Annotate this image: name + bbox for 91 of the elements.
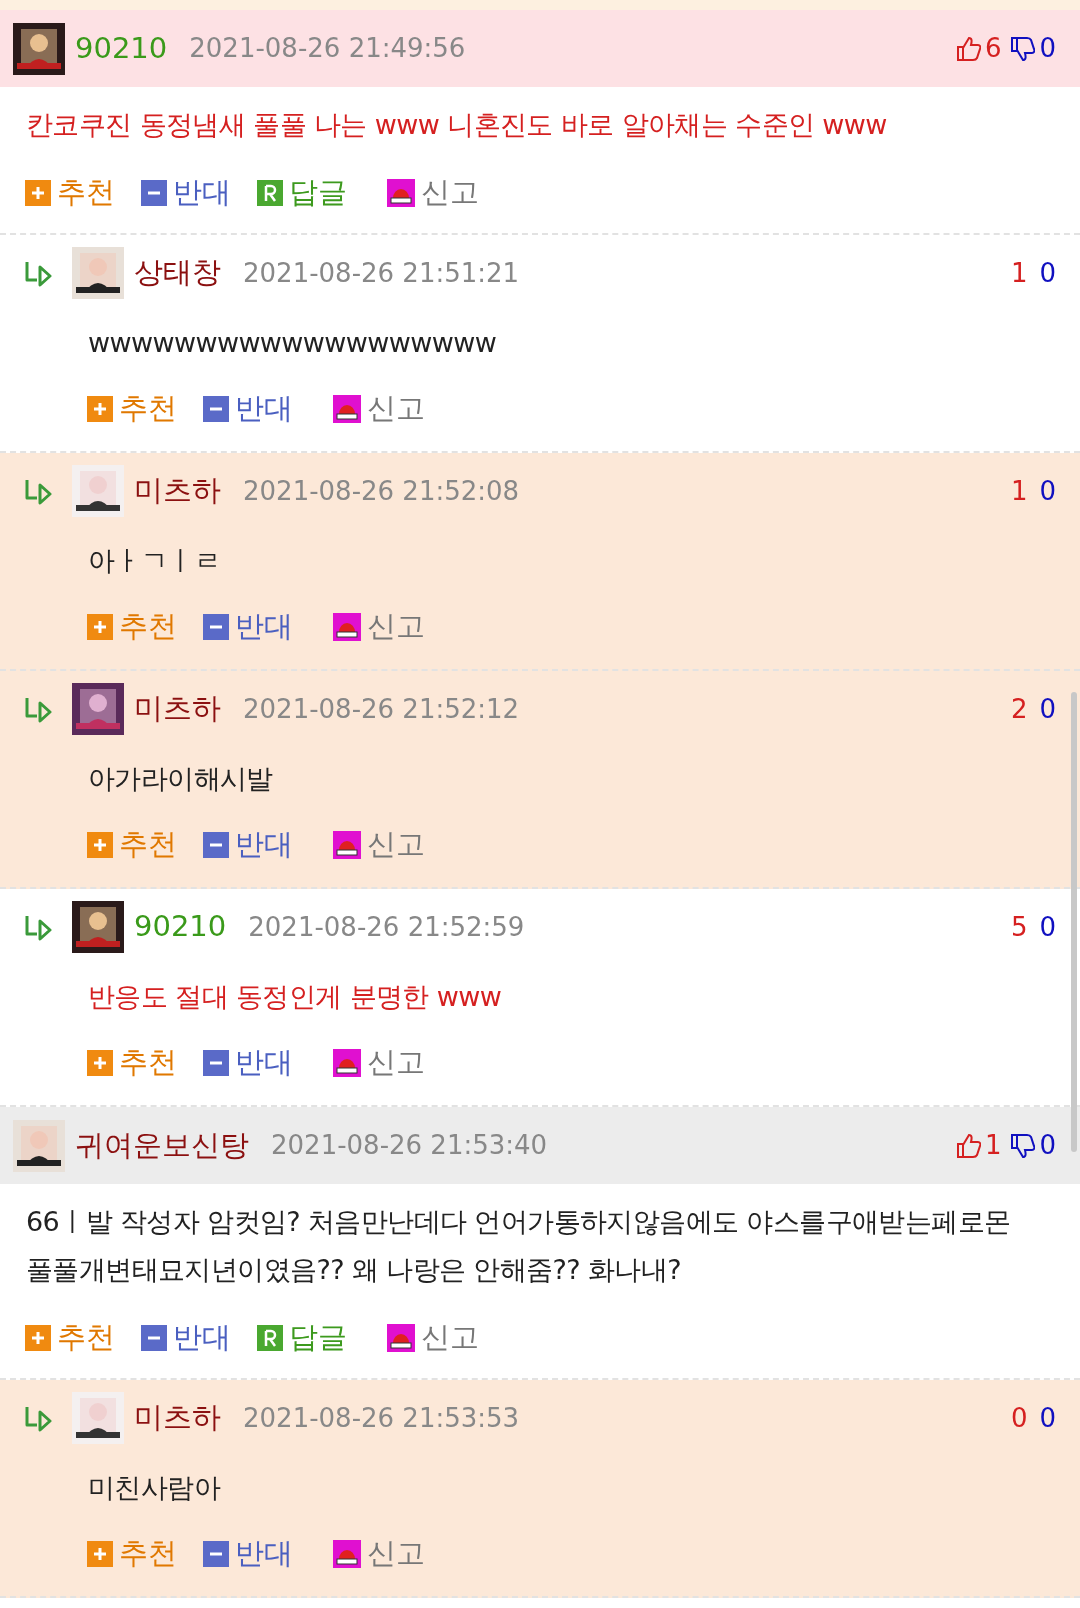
recommend-button[interactable]: 추천 bbox=[87, 605, 177, 649]
upvote-count: 1 bbox=[1010, 256, 1028, 290]
plus-icon bbox=[87, 1050, 113, 1076]
timestamp: 2021-08-26 21:49:56 bbox=[189, 32, 466, 65]
username[interactable]: 상태창 bbox=[134, 251, 221, 295]
minus-icon bbox=[203, 1541, 229, 1567]
upvote-count: 1 bbox=[1010, 474, 1028, 508]
plus-icon bbox=[87, 396, 113, 422]
oppose-button[interactable]: 반대 bbox=[203, 1041, 293, 1085]
timestamp: 2021-08-26 21:52:12 bbox=[243, 692, 520, 726]
minus-icon bbox=[203, 832, 229, 858]
recommend-button[interactable]: 추천 bbox=[25, 1316, 115, 1360]
siren-icon bbox=[387, 1324, 415, 1352]
oppose-button[interactable]: 반대 bbox=[141, 171, 231, 215]
upvote-count: 0 bbox=[1010, 1401, 1028, 1435]
oppose-button[interactable]: 반대 bbox=[203, 605, 293, 649]
username[interactable]: 90210 bbox=[75, 26, 168, 71]
comment-text: 아가라이해시발 bbox=[88, 762, 274, 796]
reply-icon bbox=[257, 1325, 283, 1351]
comment-text: 아ㅏㄱㅣㄹ bbox=[88, 544, 221, 578]
upvote-count: 1 bbox=[984, 1129, 1002, 1162]
upvote-count: 5 bbox=[1010, 910, 1028, 944]
recommend-button[interactable]: 추천 bbox=[87, 387, 177, 431]
plus-icon bbox=[87, 1541, 113, 1567]
thumbs-down-icon bbox=[1009, 34, 1036, 63]
username[interactable]: 귀여운보신탕 bbox=[75, 1123, 249, 1168]
oppose-button[interactable]: 반대 bbox=[203, 387, 293, 431]
oppose-button[interactable]: 반대 bbox=[141, 1316, 231, 1360]
plus-icon bbox=[25, 180, 51, 206]
username[interactable]: 미츠하 bbox=[134, 1396, 221, 1440]
siren-icon bbox=[333, 613, 361, 641]
reply-icon bbox=[257, 180, 283, 206]
timestamp: 2021-08-26 21:53:53 bbox=[243, 1401, 520, 1435]
comment-text: 66ㅣ발 작성자 암컷임? 처음만난데다 언어가통하지않음에도 야스를구애받는페로몬 풀풀개변태묘지년이였음?? 왜 나랑은 안해줌?? 화나내? bbox=[26, 1205, 1012, 1287]
recommend-button[interactable]: 추천 bbox=[87, 823, 177, 867]
downvote-count: 0 bbox=[1039, 1129, 1056, 1162]
comment-text: 칸코쿠진 동정냄새 풀풀 나는 www 니혼진도 바로 알아채는 수준인 www bbox=[26, 108, 888, 142]
upvote-count: 2 bbox=[1010, 692, 1028, 726]
plus-icon bbox=[25, 1325, 51, 1351]
downvote-count: 0 bbox=[1039, 910, 1056, 944]
username[interactable]: 미츠하 bbox=[134, 469, 221, 513]
comment-text: 반응도 절대 동정인게 분명한 www bbox=[88, 980, 503, 1014]
siren-icon bbox=[387, 179, 415, 207]
username[interactable]: 미츠하 bbox=[134, 687, 221, 731]
report-button[interactable]: 신고 bbox=[333, 605, 425, 649]
minus-icon bbox=[203, 614, 229, 640]
thumbs-up-icon bbox=[954, 1131, 981, 1160]
plus-icon bbox=[87, 614, 113, 640]
username[interactable]: 90210 bbox=[134, 905, 227, 949]
timestamp: 2021-08-26 21:53:40 bbox=[271, 1129, 548, 1162]
siren-icon bbox=[333, 1049, 361, 1077]
recommend-button[interactable]: 추천 bbox=[25, 171, 115, 215]
reply-arrow-icon bbox=[24, 259, 54, 287]
reply-button[interactable]: 답글 bbox=[257, 171, 347, 215]
reply-arrow-icon bbox=[24, 913, 54, 941]
minus-icon bbox=[141, 1325, 167, 1351]
reply-button[interactable]: 답글 bbox=[257, 1316, 347, 1360]
timestamp: 2021-08-26 21:51:21 bbox=[243, 256, 520, 290]
oppose-button[interactable]: 반대 bbox=[203, 823, 293, 867]
siren-icon bbox=[333, 1540, 361, 1568]
plus-icon bbox=[87, 832, 113, 858]
oppose-button[interactable]: 반대 bbox=[203, 1532, 293, 1576]
minus-icon bbox=[203, 1050, 229, 1076]
downvote-count: 0 bbox=[1039, 32, 1056, 65]
downvote-count: 0 bbox=[1039, 1401, 1056, 1435]
report-button[interactable]: 신고 bbox=[333, 1532, 425, 1576]
report-button[interactable]: 신고 bbox=[387, 1316, 479, 1360]
timestamp: 2021-08-26 21:52:59 bbox=[248, 910, 525, 944]
reply-arrow-icon bbox=[24, 695, 54, 723]
thumbs-down-icon bbox=[1009, 1131, 1036, 1160]
reply-arrow-icon bbox=[24, 477, 54, 505]
scrollbar[interactable] bbox=[1071, 692, 1077, 1152]
comment-text: 미친사람아 bbox=[88, 1471, 222, 1505]
report-button[interactable]: 신고 bbox=[387, 171, 479, 215]
thumbs-up-icon bbox=[954, 34, 981, 63]
report-button[interactable]: 신고 bbox=[333, 1041, 425, 1085]
downvote-count: 0 bbox=[1039, 692, 1056, 726]
siren-icon bbox=[333, 395, 361, 423]
recommend-button[interactable]: 추천 bbox=[87, 1041, 177, 1085]
recommend-button[interactable]: 추천 bbox=[87, 1532, 177, 1576]
downvote-count: 0 bbox=[1039, 256, 1056, 290]
upvote-count: 6 bbox=[984, 32, 1002, 65]
minus-icon bbox=[203, 396, 229, 422]
comment-text: wwwwwwwwwwwwwwwwwww bbox=[88, 326, 498, 360]
minus-icon bbox=[141, 180, 167, 206]
report-button[interactable]: 신고 bbox=[333, 387, 425, 431]
siren-icon bbox=[333, 831, 361, 859]
reply-arrow-icon bbox=[24, 1404, 54, 1432]
downvote-count: 0 bbox=[1039, 474, 1056, 508]
report-button[interactable]: 신고 bbox=[333, 823, 425, 867]
timestamp: 2021-08-26 21:52:08 bbox=[243, 474, 520, 508]
